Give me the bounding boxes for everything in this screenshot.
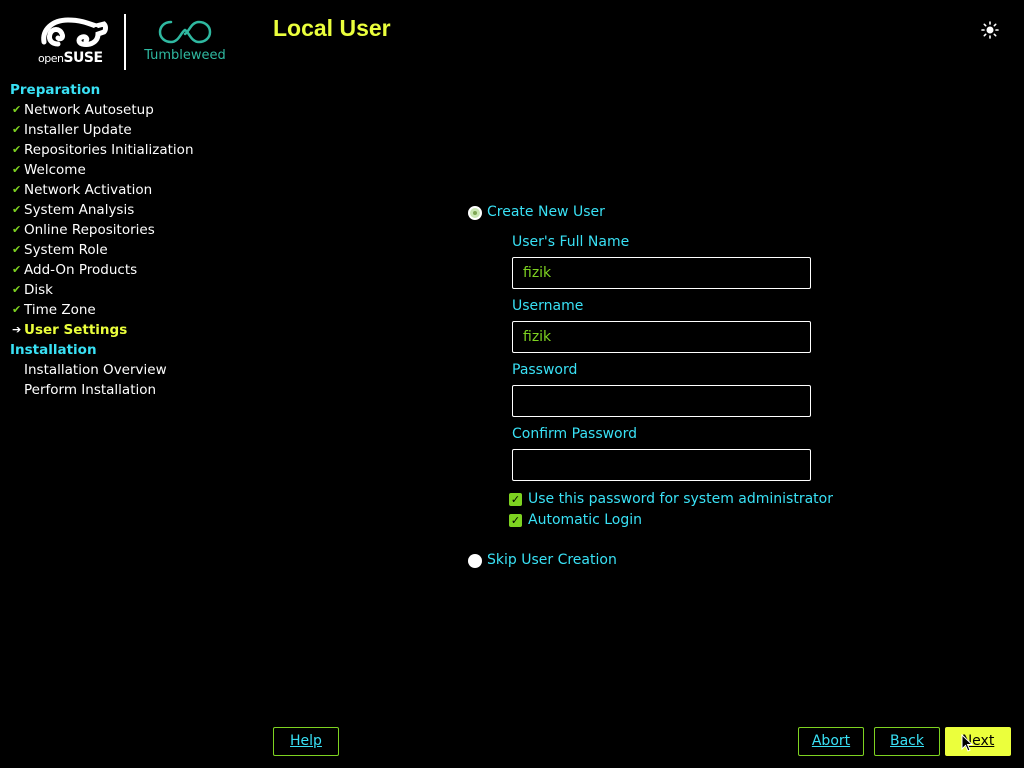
sidebar-item-network-activation: ✔ Network Activation: [10, 180, 250, 200]
checkmark-icon: ✔: [12, 263, 22, 276]
sidebar-item-label: System Role: [24, 242, 108, 258]
checkmark-icon: ✔: [12, 223, 22, 236]
help-button[interactable]: Help: [273, 727, 339, 756]
automatic-login-checkbox[interactable]: ✓: [509, 514, 522, 527]
password-label: Password: [512, 362, 578, 378]
sidebar-item-label: User Settings: [24, 322, 128, 338]
sidebar-item-label: Disk: [24, 282, 53, 298]
sidebar-item-label: Installer Update: [24, 122, 132, 138]
checkmark-icon: ✔: [12, 203, 22, 216]
full-name-label: User's Full Name: [512, 234, 630, 250]
logo-suse-text: SUSE: [63, 50, 103, 66]
sidebar-item-label: Time Zone: [24, 302, 96, 318]
checkmark-icon: ✔: [12, 123, 22, 136]
username-field[interactable]: [512, 321, 811, 353]
next-button[interactable]: Next: [945, 727, 1011, 756]
sidebar-item-add-on-products: ✔ Add-On Products: [10, 260, 250, 280]
sidebar-heading-preparation: Preparation: [10, 82, 101, 98]
sidebar-item-disk: ✔ Disk: [10, 280, 250, 300]
sidebar-item-label: Network Autosetup: [24, 102, 154, 118]
mouse-pointer-icon: [961, 734, 973, 752]
automatic-login-label[interactable]: Automatic Login: [528, 512, 642, 528]
skip-user-creation-radio[interactable]: [468, 554, 482, 568]
create-new-user-label[interactable]: Create New User: [487, 204, 605, 220]
tumbleweed-logo: Tumbleweed: [140, 18, 230, 66]
password-field[interactable]: [512, 385, 811, 417]
chameleon-icon: [41, 17, 108, 47]
sidebar-item-installation-overview: Installation Overview: [10, 360, 250, 380]
checkmark-icon: ✔: [12, 283, 22, 296]
username-label: Username: [512, 298, 584, 314]
logo-open-text: open: [38, 52, 64, 65]
sidebar-item-system-analysis: ✔ System Analysis: [10, 200, 250, 220]
admin-password-checkbox[interactable]: ✓: [509, 493, 522, 506]
admin-password-label[interactable]: Use this password for system administrat…: [528, 491, 833, 507]
sidebar-item-time-zone: ✔ Time Zone: [10, 300, 250, 320]
sidebar-item-label: Add-On Products: [24, 262, 138, 278]
create-new-user-radio[interactable]: [468, 206, 482, 220]
sidebar-item-repositories-initialization: ✔ Repositories Initialization: [10, 140, 250, 160]
back-button[interactable]: Back: [874, 727, 940, 756]
checkmark-icon: ✔: [12, 103, 22, 116]
tumbleweed-label: Tumbleweed: [144, 48, 226, 63]
checkmark-icon: ✔: [12, 183, 22, 196]
sidebar-item-welcome: ✔ Welcome: [10, 160, 250, 180]
abort-button[interactable]: Abort: [798, 727, 864, 756]
sidebar-item-installer-update: ✔ Installer Update: [10, 120, 250, 140]
sidebar-item-user-settings: ➔ User Settings: [10, 320, 250, 340]
sidebar-item-label: Repositories Initialization: [24, 142, 194, 158]
sidebar-heading-installation: Installation: [10, 342, 97, 358]
arrow-right-icon: ➔: [12, 323, 22, 336]
checkmark-icon: ✔: [12, 163, 22, 176]
sidebar-item-label: Network Activation: [24, 182, 153, 198]
sidebar-item-label: Welcome: [24, 162, 86, 178]
checkmark-icon: ✔: [12, 303, 22, 316]
opensuse-logo: openSUSE: [38, 14, 110, 66]
sidebar-item-label: Perform Installation: [24, 382, 157, 398]
installation-steps-sidebar: Preparation ✔ Network Autosetup ✔ Installe…: [10, 80, 250, 400]
sidebar-item-online-repositories: ✔ Online Repositories: [10, 220, 250, 240]
full-name-field[interactable]: [512, 257, 811, 289]
page-title: Local User: [273, 15, 391, 41]
skip-user-creation-label[interactable]: Skip User Creation: [487, 552, 617, 568]
sidebar-item-label: System Analysis: [24, 202, 135, 218]
logo-divider: [124, 14, 126, 70]
confirm-password-field[interactable]: [512, 449, 811, 481]
checkmark-icon: ✔: [12, 143, 22, 156]
sidebar-item-system-role: ✔ System Role: [10, 240, 250, 260]
sidebar-item-network-autosetup: ✔ Network Autosetup: [10, 100, 250, 120]
sun-icon[interactable]: [981, 21, 999, 39]
checkmark-icon: ✔: [12, 243, 22, 256]
confirm-password-label: Confirm Password: [512, 426, 638, 442]
sidebar-item-label: Installation Overview: [24, 362, 167, 378]
infinity-icon: [158, 20, 212, 44]
sidebar-item-perform-installation: Perform Installation: [10, 380, 250, 400]
sidebar-item-label: Online Repositories: [24, 222, 155, 238]
